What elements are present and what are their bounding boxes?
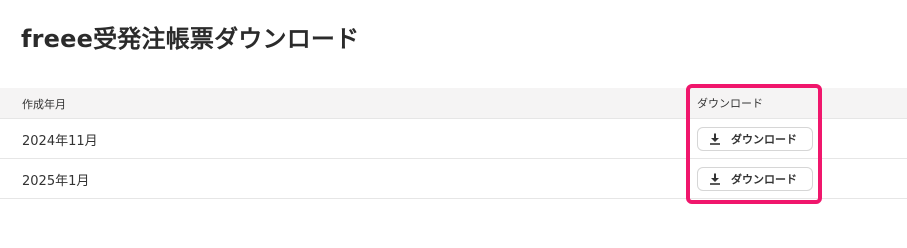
table-row: 2025年1月 ダウンロード [0, 159, 907, 199]
download-button[interactable]: ダウンロード [697, 167, 813, 191]
column-header-download: ダウンロード [697, 97, 763, 110]
report-table: 作成年月 ダウンロード 2024年11月 ダウンロード 2025年1月 ダウンロ… [0, 88, 907, 199]
download-cell: ダウンロード [697, 127, 813, 151]
download-cell: ダウンロード [697, 167, 813, 191]
page-title: freee受発注帳票ダウンロード [21, 25, 360, 53]
download-icon [709, 133, 721, 145]
table-row: 2024年11月 ダウンロード [0, 119, 907, 159]
row-month: 2024年11月 [22, 134, 98, 149]
download-button-label: ダウンロード [731, 133, 797, 146]
download-icon [709, 173, 721, 185]
download-button[interactable]: ダウンロード [697, 127, 813, 151]
row-month: 2025年1月 [22, 174, 90, 189]
column-header-month: 作成年月 [22, 98, 66, 111]
download-button-label: ダウンロード [731, 173, 797, 186]
table-header-row: 作成年月 ダウンロード [0, 88, 907, 119]
